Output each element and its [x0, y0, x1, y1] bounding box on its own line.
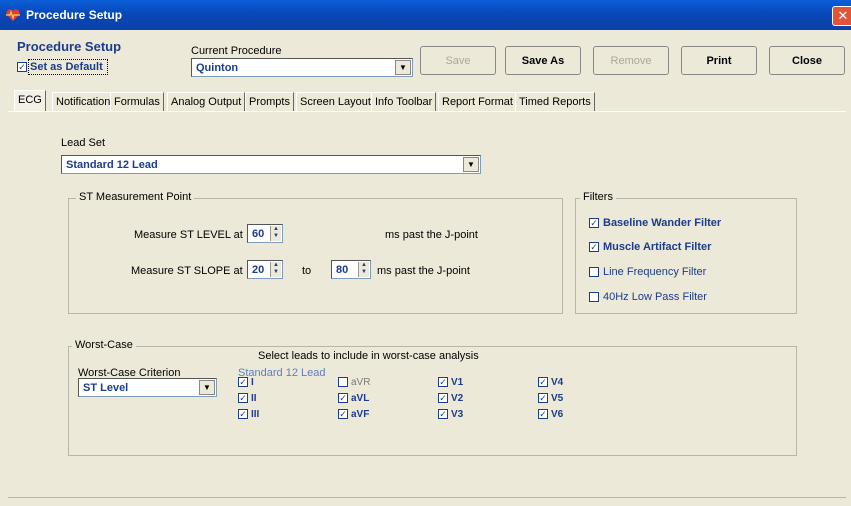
lead-set-value: Standard 12 Lead: [66, 159, 158, 171]
st-slope-to-value: 80: [336, 264, 349, 276]
spinner-arrows-icon[interactable]: ▲ ▼: [358, 262, 369, 277]
st-level-stepper[interactable]: 60 ▲ ▼: [247, 224, 283, 243]
current-procedure-value: Quinton: [196, 62, 239, 74]
checkbox-checked-icon[interactable]: ✓: [238, 377, 248, 388]
st-level-label: Measure ST LEVEL at: [134, 229, 243, 241]
checkbox-checked-icon[interactable]: ✓: [338, 409, 348, 420]
set-as-default-label[interactable]: Set as Default: [30, 61, 103, 73]
set-as-default-checkbox[interactable]: ✓: [17, 62, 27, 72]
tab-timed-reports[interactable]: Timed Reports: [515, 92, 595, 111]
st-slope-from-stepper[interactable]: 20 ▲ ▼: [247, 260, 283, 279]
st-slope-units: ms past the J-point: [377, 265, 470, 277]
chevron-down-icon[interactable]: ▼: [199, 380, 215, 395]
st-level-units: ms past the J-point: [385, 229, 478, 241]
bottom-divider: [8, 497, 846, 498]
tab-panel-border: [8, 111, 846, 113]
lead-set-label: Lead Set: [61, 137, 106, 149]
st-slope-label: Measure ST SLOPE at: [131, 265, 243, 277]
checkbox-checked-icon[interactable]: ✓: [238, 393, 248, 404]
window-close-button[interactable]: ✕: [832, 6, 851, 26]
lead-checkbox-v2[interactable]: ✓ V2: [438, 393, 463, 404]
checkbox-unchecked-icon[interactable]: [589, 292, 599, 303]
tab-ecg[interactable]: ECG: [14, 90, 46, 111]
checkbox-checked-icon[interactable]: ✓: [538, 393, 548, 404]
lead-checkbox-avf[interactable]: ✓ aVF: [338, 409, 369, 420]
spinner-arrows-icon[interactable]: ▲ ▼: [270, 226, 281, 241]
tab-formulas[interactable]: Formulas: [110, 92, 164, 111]
chevron-down-icon[interactable]: ▼: [463, 157, 479, 172]
save-button[interactable]: Save: [420, 46, 496, 75]
current-procedure-label: Current Procedure: [191, 45, 282, 57]
tab-prompts[interactable]: Prompts: [245, 92, 294, 111]
st-slope-from-value: 20: [252, 264, 265, 276]
lead-checkbox-avr[interactable]: aVR: [338, 377, 370, 388]
window-title: Procedure Setup: [26, 8, 123, 22]
lead-checkbox-v5[interactable]: ✓ V5: [538, 393, 563, 404]
lead-checkbox-v3[interactable]: ✓ V3: [438, 409, 463, 420]
checkbox-checked-icon[interactable]: ✓: [438, 377, 448, 388]
worst-case-group: [68, 346, 797, 456]
save-as-button[interactable]: Save As: [505, 46, 581, 75]
filter-40hz-low-pass[interactable]: 40Hz Low Pass Filter: [589, 291, 707, 303]
tab-notification[interactable]: Notification: [52, 92, 115, 111]
lead-checkbox-ii[interactable]: ✓ II: [238, 393, 257, 404]
spinner-arrows-icon[interactable]: ▲ ▼: [270, 262, 281, 277]
filter-line-frequency[interactable]: Line Frequency Filter: [589, 266, 706, 278]
tab-analog-output[interactable]: Analog Output: [167, 92, 246, 111]
title-bar: Procedure Setup: [0, 0, 851, 30]
chevron-down-icon[interactable]: ▼: [395, 60, 411, 75]
filters-title: Filters: [580, 191, 616, 203]
st-level-value: 60: [252, 228, 265, 240]
lead-checkbox-v6[interactable]: ✓ V6: [538, 409, 563, 420]
worst-case-title: Worst-Case: [72, 339, 136, 351]
checkbox-checked-icon[interactable]: ✓: [438, 393, 448, 404]
checkbox-checked-icon[interactable]: ✓: [538, 377, 548, 388]
lead-checkbox-avl[interactable]: ✓ aVL: [338, 393, 369, 404]
st-measurement-group: [68, 198, 563, 314]
checkbox-checked-icon[interactable]: ✓: [438, 409, 448, 420]
st-slope-to-stepper[interactable]: 80 ▲ ▼: [331, 260, 371, 279]
checkbox-checked-icon[interactable]: ✓: [338, 393, 348, 404]
tab-report-format[interactable]: Report Format: [438, 92, 517, 111]
lead-checkbox-i[interactable]: ✓ I: [238, 377, 254, 388]
checkbox-checked-icon[interactable]: ✓: [538, 409, 548, 420]
worst-case-heading: Select leads to include in worst-case an…: [258, 350, 479, 362]
print-button[interactable]: Print: [681, 46, 757, 75]
worst-case-criterion-value: ST Level: [83, 382, 129, 394]
tab-screen-layout[interactable]: Screen Layout: [296, 92, 375, 111]
checkbox-checked-icon[interactable]: ✓: [589, 218, 599, 229]
heart-icon: [6, 9, 20, 21]
st-slope-to-label: to: [302, 265, 312, 277]
checkbox-checked-icon[interactable]: ✓: [238, 409, 248, 420]
page-title: Procedure Setup: [17, 39, 122, 54]
st-measurement-title: ST Measurement Point: [76, 191, 195, 203]
lead-set-select[interactable]: Standard 12 Lead ▼: [61, 155, 481, 174]
checkbox-unchecked-icon[interactable]: [338, 377, 348, 388]
checkbox-checked-icon[interactable]: ✓: [589, 242, 599, 253]
filter-muscle-artifact[interactable]: ✓ Muscle Artifact Filter: [589, 241, 711, 253]
current-procedure-select[interactable]: Quinton ▼: [191, 58, 413, 77]
lead-checkbox-v4[interactable]: ✓ V4: [538, 377, 563, 388]
checkbox-unchecked-icon[interactable]: [589, 267, 599, 278]
filter-baseline-wander[interactable]: ✓ Baseline Wander Filter: [589, 217, 721, 229]
worst-case-criterion-select[interactable]: ST Level ▼: [78, 378, 217, 397]
lead-checkbox-v1[interactable]: ✓ V1: [438, 377, 463, 388]
close-button[interactable]: Close: [769, 46, 845, 75]
lead-checkbox-iii[interactable]: ✓ III: [238, 409, 259, 420]
tab-info-toolbar[interactable]: Info Toolbar: [371, 92, 437, 111]
remove-button[interactable]: Remove: [593, 46, 669, 75]
